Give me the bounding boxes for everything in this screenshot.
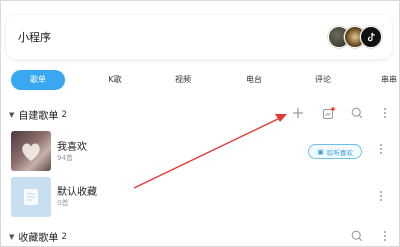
annotation-arrow [133,114,287,189]
